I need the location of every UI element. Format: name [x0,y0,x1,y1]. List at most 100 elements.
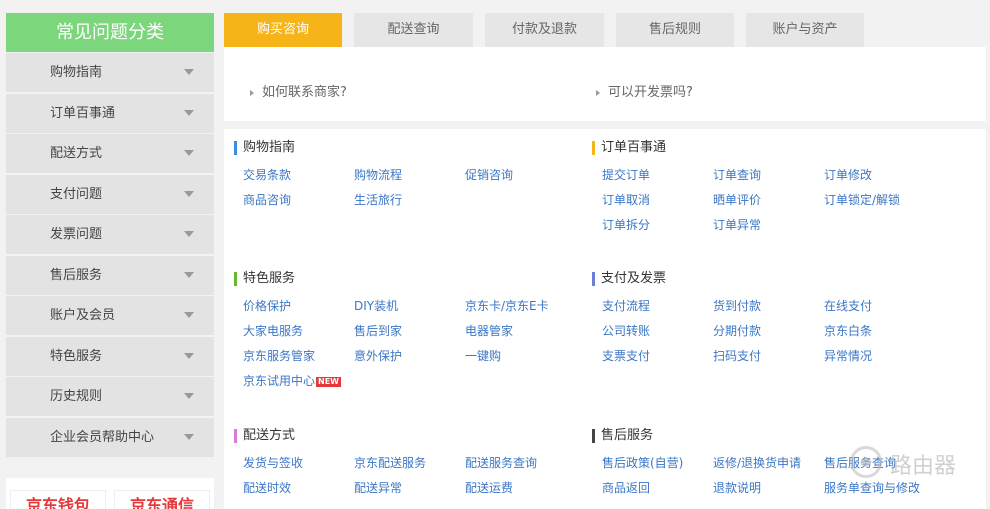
sidebar-item[interactable]: 企业会员帮助中心 [6,417,214,457]
tab-delivery[interactable]: 配送查询 [354,13,473,47]
section-title-text: 支付及发票 [601,271,667,286]
section-link[interactable]: 订单拆分 [602,217,650,233]
faq-item[interactable]: 可以开发票吗? [596,81,693,100]
section-marker [592,429,595,443]
section-marker [234,272,237,286]
sidebar-item[interactable]: 订单百事通 [6,93,214,133]
faq-strip: 如何联系商家? 可以开发票吗? [224,47,986,121]
section-link[interactable]: 意外保护 [354,348,402,364]
section-link[interactable]: 货到付款 [713,298,761,314]
chevron-down-icon [184,190,194,197]
sidebar-item[interactable]: 历史规则 [6,377,214,416]
section-link-text: 京东试用中心 [243,374,316,388]
section-link[interactable]: 订单取消 [602,192,650,208]
section-link[interactable]: 扫码支付 [713,348,761,364]
section-link[interactable]: 生活旅行 [354,192,402,208]
section-link[interactable]: 一键购 [465,348,501,364]
section-title: 支付及发票 [592,271,666,287]
tab-after-sales-rules[interactable]: 售后规则 [616,13,734,47]
section-title-text: 购物指南 [243,140,296,155]
sidebar-item[interactable]: 配送方式 [6,134,214,173]
sidebar-item[interactable]: 购物指南 [6,53,214,92]
section-link[interactable]: 提交订单 [602,167,650,183]
sidebar-item-label: 特色服务 [50,348,103,364]
bullet-icon [596,89,600,96]
section-link[interactable]: 在线支付 [824,298,872,314]
jd-wallet-link[interactable]: 京东钱包 [10,490,106,509]
chevron-down-icon [184,352,194,359]
section-link[interactable]: 订单修改 [824,167,872,183]
section-link[interactable]: 订单锁定/解锁 [824,192,900,208]
section-link[interactable]: 配送服务查询 [465,455,537,471]
section-link[interactable]: 订单查询 [713,167,761,183]
sidebar-item[interactable]: 账户及会员 [6,296,214,335]
section-link[interactable]: 商品返回 [602,480,650,496]
sidebar-item[interactable]: 发票问题 [6,215,214,254]
section-link[interactable]: 配送运费 [465,480,513,496]
tab-payment-refund[interactable]: 付款及退款 [485,13,604,47]
section-marker [234,141,237,155]
sidebar-item[interactable]: 售后服务 [6,255,214,295]
sidebar-list: 购物指南 订单百事通 配送方式 支付问题 发票问题 售后服务 账户及会员 特色服… [6,53,214,457]
router-logo-icon [850,446,882,478]
section-link[interactable]: 配送异常 [354,480,402,496]
chevron-down-icon [184,150,194,156]
jd-telecom-link[interactable]: 京东通信 [114,490,210,509]
section-link[interactable]: 配送时效 [243,480,291,496]
section-link[interactable]: 服务单查询与修改 [824,480,920,496]
new-badge: NEW [316,377,341,387]
chevron-down-icon [184,231,194,237]
section-title-text: 售后服务 [601,428,654,443]
section-link[interactable]: 京东白条 [824,323,872,339]
section-link[interactable]: 分期付款 [713,323,761,339]
chevron-down-icon [184,271,194,278]
section-link[interactable]: 商品咨询 [243,192,291,208]
section-title: 特色服务 [234,271,295,287]
section-link[interactable]: 公司转账 [602,323,650,339]
section-link[interactable]: 购物流程 [354,167,402,183]
section-link[interactable]: 返修/退换货申请 [713,455,801,471]
section-link[interactable]: 京东试用中心 NEW [243,373,341,389]
tab-purchase[interactable]: 购买咨询 [224,13,342,53]
section-link[interactable]: 异常情况 [824,348,872,364]
section-marker [592,272,595,286]
section-link[interactable]: 电器管家 [465,323,513,339]
section-link[interactable]: 促销咨询 [465,167,513,183]
faq-text: 可以开发票吗? [608,85,693,100]
sidebar-item-label: 配送方式 [50,146,103,161]
sidebar-item-label: 支付问题 [50,186,103,202]
section-link[interactable]: 售后到家 [354,323,402,339]
sidebar-item[interactable]: 特色服务 [6,336,214,376]
sidebar-item-label: 历史规则 [50,389,103,404]
sidebar-item-label: 购物指南 [50,65,103,80]
faq-item[interactable]: 如何联系商家? [250,81,347,100]
section-link[interactable]: 支付流程 [602,298,650,314]
section-link[interactable]: 晒单评价 [713,192,761,208]
section-link[interactable]: 价格保护 [243,298,291,314]
section-title: 购物指南 [234,140,295,156]
section-link[interactable]: 退款说明 [713,480,761,496]
section-link[interactable]: 京东配送服务 [354,455,426,471]
tab-account-assets[interactable]: 账户与资产 [746,13,864,47]
section-link[interactable]: 交易条款 [243,167,291,183]
section-marker [592,141,595,155]
sidebar-item-label: 售后服务 [50,267,103,283]
bullet-icon [250,89,254,96]
chevron-down-icon [184,69,194,75]
sidebar-item-label: 企业会员帮助中心 [50,429,155,445]
section-link[interactable]: DIY装机 [354,298,398,314]
section-link[interactable]: 订单异常 [713,217,761,233]
sidebar-item-label: 发票问题 [50,227,103,242]
section-link[interactable]: 售后政策(自营) [602,455,683,471]
section-title-text: 配送方式 [243,428,296,443]
sidebar-item[interactable]: 支付问题 [6,174,214,214]
section-link[interactable]: 发货与签收 [243,455,303,471]
section-link[interactable]: 京东服务管家 [243,348,315,364]
section-link[interactable]: 大家电服务 [243,323,303,339]
chevron-down-icon [184,433,194,440]
section-link[interactable]: 京东卡/京东E卡 [465,298,549,314]
watermark: 路由器 [850,446,990,480]
section-link[interactable]: 支票支付 [602,348,650,364]
chevron-down-icon [184,393,194,399]
faq-text: 如何联系商家? [262,85,347,100]
